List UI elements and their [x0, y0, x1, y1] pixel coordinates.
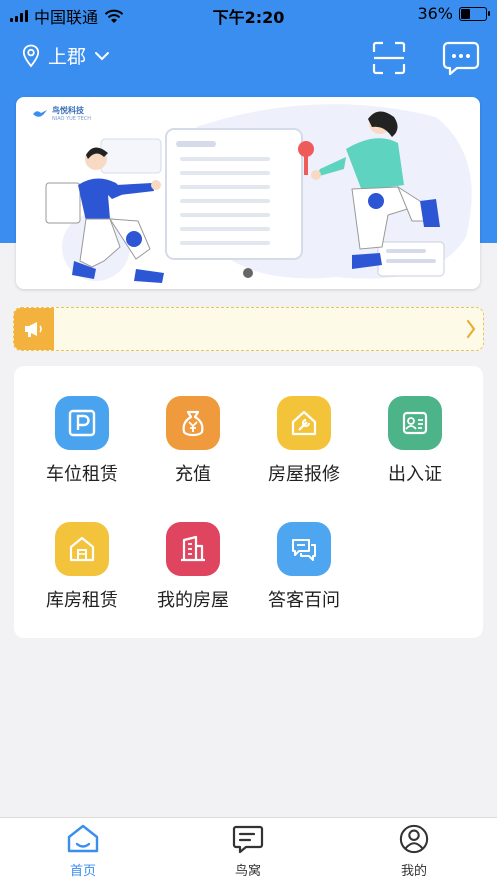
message-button[interactable] [441, 38, 481, 78]
battery-icon [459, 6, 490, 21]
home-icon [67, 824, 99, 853]
service-menu: 车位租赁 充值 房屋报修 出入证 库房租赁 我的房屋 答客百问 [14, 366, 483, 638]
message-icon [442, 41, 480, 76]
location-selector[interactable]: 上郡 [22, 42, 110, 69]
tab-label: 我的 [400, 864, 427, 879]
top-header: 上郡 [0, 36, 497, 80]
battery-percent: 36% [417, 4, 453, 23]
status-bar: 中国联通 下午2:20 36% [0, 0, 497, 28]
notice-bar[interactable] [13, 307, 484, 351]
menu-item-label: 答客百问 [268, 590, 340, 611]
chevron-down-icon [95, 51, 110, 60]
bottom-tab-bar: 首页 鸟窝 我的 [0, 817, 497, 883]
tab-nest[interactable]: 鸟窝 [198, 824, 298, 879]
scan-button[interactable] [369, 38, 409, 78]
menu-item-warehouse-rental[interactable]: 库房租赁 [27, 522, 137, 622]
menu-item-house-repair[interactable]: 房屋报修 [249, 396, 359, 496]
tab-label: 鸟窝 [234, 864, 261, 879]
menu-item-faq[interactable]: 答客百问 [249, 522, 359, 622]
menu-item-label: 我的房屋 [157, 590, 229, 611]
location-name: 上郡 [48, 46, 87, 68]
tab-home[interactable]: 首页 [33, 824, 133, 879]
chat-icon [232, 825, 264, 854]
scan-icon [372, 41, 406, 75]
menu-item-parking-rental[interactable]: 车位租赁 [27, 396, 137, 496]
chevron-right-icon[interactable] [465, 318, 477, 340]
menu-item-label: 充值 [175, 464, 211, 485]
id-card-icon [388, 396, 442, 450]
menu-item-access-pass[interactable]: 出入证 [360, 396, 470, 496]
money-bag-icon [166, 396, 220, 450]
banner-illustration [45, 104, 472, 283]
location-pin-icon [22, 44, 40, 67]
menu-item-my-house[interactable]: 我的房屋 [138, 522, 248, 622]
menu-item-label: 库房租赁 [46, 590, 118, 611]
tab-mine[interactable]: 我的 [364, 824, 464, 879]
menu-item-label: 房屋报修 [268, 464, 340, 485]
warehouse-icon [55, 522, 109, 576]
building-icon [166, 522, 220, 576]
menu-item-recharge[interactable]: 充值 [138, 396, 248, 496]
parking-icon [55, 396, 109, 450]
chat-bubbles-icon [277, 522, 331, 576]
tab-label: 首页 [69, 864, 96, 879]
menu-item-label: 车位租赁 [46, 464, 118, 485]
megaphone-icon [14, 308, 54, 350]
menu-item-label: 出入证 [388, 464, 442, 485]
user-icon [399, 824, 429, 854]
promo-banner[interactable]: 鸟悦科技 NIAO YUE TECH [16, 97, 480, 289]
house-repair-icon [277, 396, 331, 450]
